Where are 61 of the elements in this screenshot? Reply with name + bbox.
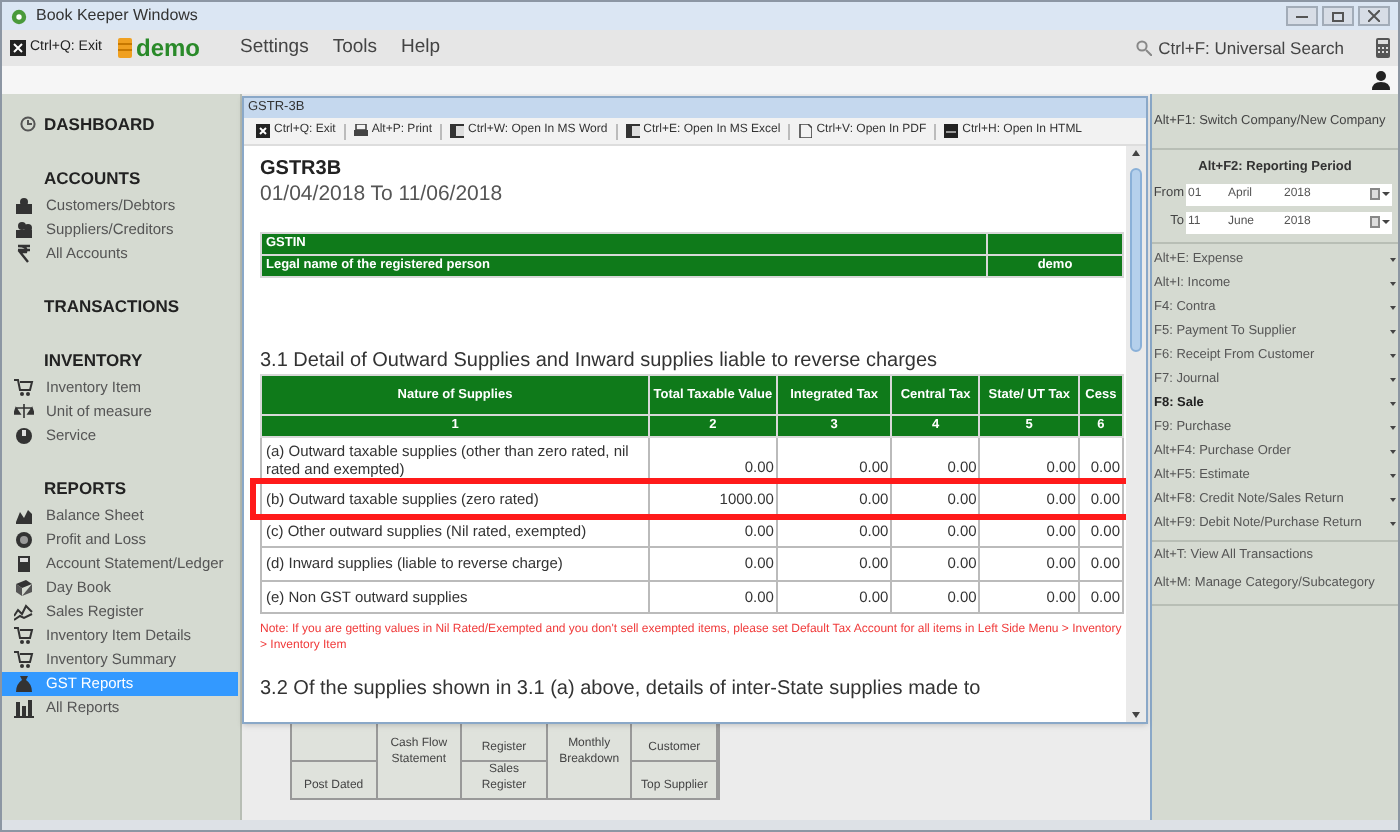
bar-chart-icon: [14, 697, 34, 718]
menu-item[interactable]: Help: [401, 33, 441, 63]
report-title: GSTR3B: [260, 158, 342, 182]
people-icon: [14, 219, 34, 239]
scale-icon: [14, 402, 34, 422]
dropdown-icon: [1390, 353, 1396, 358]
scrollbar[interactable]: [1126, 146, 1146, 722]
dropdown-icon: [1390, 281, 1396, 286]
menu-item[interactable]: Tools: [332, 33, 378, 63]
dropdown-icon: [1390, 377, 1396, 382]
section-heading: TRANSACTIONS: [44, 293, 180, 319]
app-icon: [10, 7, 28, 25]
cart-icon: [14, 625, 34, 646]
close-button[interactable]: [1358, 6, 1390, 26]
close-icon: [1368, 10, 1380, 22]
coin-icon: [14, 529, 34, 550]
minimize-button[interactable]: [1286, 6, 1318, 26]
menu-item[interactable]: Settings: [240, 33, 309, 63]
scroll-up-icon[interactable]: [1132, 150, 1140, 156]
cart-icon: [14, 378, 34, 398]
section-heading: DASHBOARD: [44, 112, 155, 138]
calendar-icon[interactable]: [1370, 216, 1390, 229]
scroll-down-icon[interactable]: [1132, 712, 1140, 718]
dashboard-tile[interactable]: [292, 722, 376, 761]
database-icon: [117, 38, 132, 58]
user-icon[interactable]: [1372, 70, 1390, 90]
printer-icon: [353, 124, 368, 138]
search-button[interactable]: Ctrl+F: Universal Search: [1136, 35, 1344, 61]
dropdown-icon: [1390, 329, 1396, 334]
maximize-button[interactable]: [1322, 6, 1354, 26]
cart-icon: [14, 649, 34, 670]
person-icon: [14, 195, 34, 215]
dropdown-icon: [1390, 425, 1396, 430]
search-icon: [1136, 40, 1153, 56]
close-icon: [256, 124, 270, 138]
pdf-icon: [798, 124, 813, 138]
calendar-icon[interactable]: [1370, 188, 1390, 201]
dropdown-icon: [1390, 305, 1396, 310]
chart-icon: [14, 505, 34, 526]
section-heading: 3.2 Of the supplies shown in 3.1 (a) above, details of inter-State supplies made to: [260, 677, 981, 702]
dropdown-icon: [1390, 401, 1396, 406]
table-cell: [987, 233, 1123, 255]
line-chart-icon: [14, 601, 34, 622]
section-heading: INVENTORY: [44, 348, 143, 374]
dropdown-icon: [1390, 521, 1396, 526]
rupee-icon: [14, 243, 34, 263]
dropdown-icon: [1390, 497, 1396, 502]
document-icon: [14, 553, 34, 574]
window-title: Book Keeper Windows: [36, 4, 200, 28]
dropdown-icon: [1390, 449, 1396, 454]
clock-icon: [20, 116, 36, 133]
close-icon: [10, 40, 26, 56]
report-period: 01/04/2018 To 11/06/2018: [260, 182, 503, 208]
company-button[interactable]: demo: [117, 30, 200, 66]
section-heading: ACCOUNTS: [44, 165, 141, 191]
scroll-thumb[interactable]: [1130, 168, 1142, 352]
dropdown-icon: [1390, 473, 1396, 478]
section-heading: 3.1 Detail of Outward Supplies and Inward supplies liable to reverse charges: [260, 350, 938, 374]
section-heading: REPORTS: [44, 476, 127, 502]
dropdown-icon: [1390, 257, 1396, 262]
calculator-icon[interactable]: [1376, 38, 1390, 58]
